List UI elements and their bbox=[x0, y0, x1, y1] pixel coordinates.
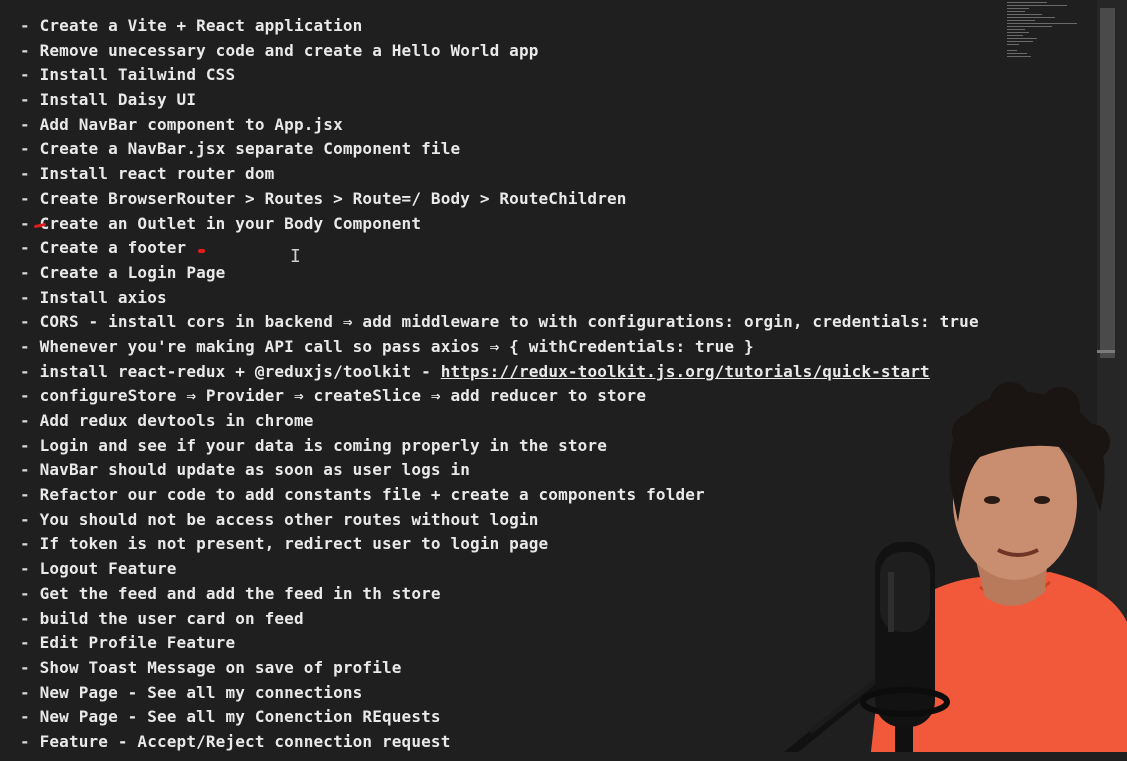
list-item[interactable]: - Create a NavBar.jsx separate Component… bbox=[20, 137, 979, 162]
line-text: Create a footer bbox=[39, 238, 187, 258]
bullet-dash: - bbox=[20, 262, 30, 282]
bullet-dash: - bbox=[20, 583, 30, 603]
bullet-dash: - bbox=[20, 386, 30, 406]
list-item[interactable]: - Create BrowserRouter > Routes > Route=… bbox=[20, 187, 979, 212]
bullet-dash: - bbox=[20, 287, 30, 307]
red-pen-annotation bbox=[198, 249, 205, 253]
bullet-dash: - bbox=[20, 657, 30, 677]
line-text: build the user card on feed bbox=[39, 608, 304, 628]
bullet-dash: - bbox=[20, 534, 30, 554]
bullet-dash: - bbox=[20, 682, 30, 702]
bullet-dash: - bbox=[20, 40, 30, 60]
webcam-overlay bbox=[780, 372, 1127, 761]
bottom-edge bbox=[0, 752, 1127, 761]
bullet-dash: - bbox=[20, 411, 30, 430]
list-item[interactable]: - Whenever you're making API call so pas… bbox=[20, 335, 979, 360]
bullet-dash: - bbox=[20, 188, 30, 208]
bullet-dash: - bbox=[20, 16, 30, 35]
line-text: Create a NavBar.jsx separate Component f… bbox=[39, 139, 461, 159]
line-text: Add NavBar component to App.jsx bbox=[39, 114, 343, 134]
line-text: NavBar should update as soon as user log… bbox=[39, 460, 471, 480]
line-text: If token is not present, redirect user t… bbox=[39, 534, 549, 554]
line-text: Create a Vite + React application bbox=[39, 16, 363, 35]
line-text: configureStore ⇒ Provider ⇒ createSlice … bbox=[39, 386, 647, 406]
line-text: Get the feed and add the feed in th stor… bbox=[39, 583, 441, 603]
list-item[interactable]: - Create a footer bbox=[20, 236, 979, 261]
scrollbar-thumb[interactable] bbox=[1100, 8, 1115, 358]
presenter-webcam-icon bbox=[780, 382, 1127, 761]
list-item[interactable]: - Install Tailwind CSS bbox=[20, 63, 979, 88]
bullet-dash: - bbox=[20, 559, 30, 579]
line-text: Add redux devtools in chrome bbox=[39, 411, 314, 430]
list-item[interactable]: - Add NavBar component to App.jsx bbox=[20, 113, 979, 138]
bullet-dash: - bbox=[20, 139, 30, 159]
line-text: Create BrowserRouter > Routes > Route=/ … bbox=[39, 188, 627, 208]
line-text: Install axios bbox=[39, 287, 167, 307]
bullet-dash: - bbox=[20, 361, 30, 381]
list-item[interactable]: - Install react router dom bbox=[20, 162, 979, 187]
line-text: Refactor our code to add constants file … bbox=[39, 485, 705, 505]
line-text: CORS - install cors in backend ⇒ add mid… bbox=[39, 312, 979, 332]
line-text: Feature - Accept/Reject connection reque… bbox=[39, 731, 451, 751]
bullet-dash: - bbox=[20, 608, 30, 628]
scrollbar-marker bbox=[1097, 350, 1115, 353]
bullet-dash: - bbox=[20, 485, 30, 505]
line-text: Show Toast Message on save of profile bbox=[39, 657, 402, 677]
bullet-dash: - bbox=[20, 509, 30, 529]
bullet-dash: - bbox=[20, 336, 30, 356]
line-text: New Page - See all my Conenction REquest… bbox=[39, 707, 441, 727]
list-item[interactable]: - Remove unecessary code and create a He… bbox=[20, 39, 979, 64]
line-text: install react-redux + @reduxjs/toolkit - bbox=[39, 361, 441, 381]
screen: - Create a Vite + React application - Re… bbox=[0, 0, 1127, 761]
minimap[interactable] bbox=[1003, 0, 1093, 70]
line-text: You should not be access other routes wi… bbox=[39, 509, 539, 529]
line-text: Whenever you're making API call so pass … bbox=[39, 336, 754, 356]
text-cursor-icon: I bbox=[290, 246, 301, 267]
bullet-dash: - bbox=[20, 460, 30, 480]
line-text: Create an Outlet in your Body Component bbox=[39, 213, 422, 233]
line-text: Edit Profile Feature bbox=[39, 633, 236, 653]
bullet-dash: - bbox=[20, 65, 30, 85]
bullet-dash: - bbox=[20, 435, 30, 455]
bullet-dash: - bbox=[20, 213, 30, 233]
line-text: Logout Feature bbox=[39, 559, 177, 579]
bullet-dash: - bbox=[20, 114, 30, 134]
list-item[interactable]: - Install Daisy UI bbox=[20, 88, 979, 113]
list-item[interactable]: - Create an Outlet in your Body Componen… bbox=[20, 212, 979, 237]
bullet-dash: - bbox=[20, 164, 30, 184]
line-text: Install react router dom bbox=[39, 164, 275, 184]
list-item[interactable]: - Install axios bbox=[20, 286, 979, 311]
bullet-dash: - bbox=[20, 731, 30, 751]
line-text: Create a Login Page bbox=[39, 262, 226, 282]
bullet-dash: - bbox=[20, 312, 30, 332]
list-item[interactable]: - Create a Vite + React application bbox=[20, 14, 979, 39]
line-text: Login and see if your data is coming pro… bbox=[39, 435, 607, 455]
bullet-dash: - bbox=[20, 633, 30, 653]
line-text: New Page - See all my connections bbox=[39, 682, 363, 702]
list-item[interactable]: - Create a Login Page bbox=[20, 261, 979, 286]
line-text: Remove unecessary code and create a Hell… bbox=[39, 40, 539, 60]
bullet-dash: - bbox=[20, 707, 30, 727]
line-text: Install Tailwind CSS bbox=[39, 65, 236, 85]
bullet-dash: - bbox=[20, 238, 30, 258]
list-item[interactable]: - CORS - install cors in backend ⇒ add m… bbox=[20, 310, 979, 335]
line-text: Install Daisy UI bbox=[39, 90, 197, 110]
bullet-dash: - bbox=[20, 90, 30, 110]
